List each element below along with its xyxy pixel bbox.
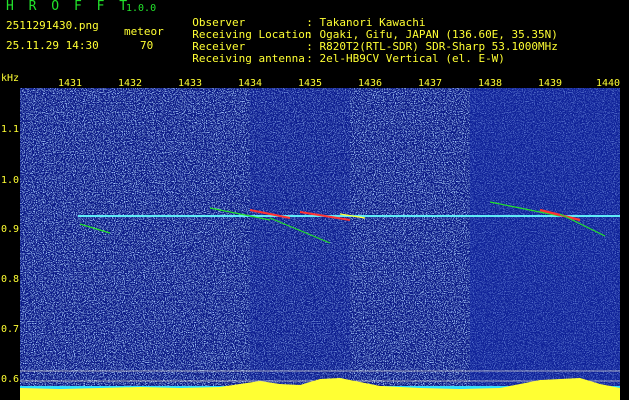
spectrogram xyxy=(20,88,620,400)
background-band xyxy=(250,88,350,400)
meteor-label: meteor xyxy=(124,25,164,38)
app-version: 1.0.0 xyxy=(126,3,157,14)
y-tick: 1.0 xyxy=(1,175,20,186)
meteor-count: 70 xyxy=(140,39,154,52)
info-sep: : xyxy=(306,51,313,65)
file-name: 2511291430.png xyxy=(6,19,99,32)
timestamp: 25.11.29 14:30 xyxy=(6,39,99,52)
y-tick: 0.6 xyxy=(1,374,20,385)
y-tick: 0.9 xyxy=(1,224,20,235)
y-tick: 1.1 xyxy=(1,124,20,135)
info-antenna: Receiving antenna: 2el-HB9CV Vertical (e… xyxy=(179,40,505,65)
app-title: H R O F F T xyxy=(6,0,131,14)
y-tick: 0.8 xyxy=(1,274,20,285)
info-value: 2el-HB9CV Vertical (el. E-W) xyxy=(319,51,505,65)
y-tick: 0.7 xyxy=(1,324,20,335)
background-band xyxy=(470,88,620,400)
info-key: Receiving antenna xyxy=(192,51,305,65)
